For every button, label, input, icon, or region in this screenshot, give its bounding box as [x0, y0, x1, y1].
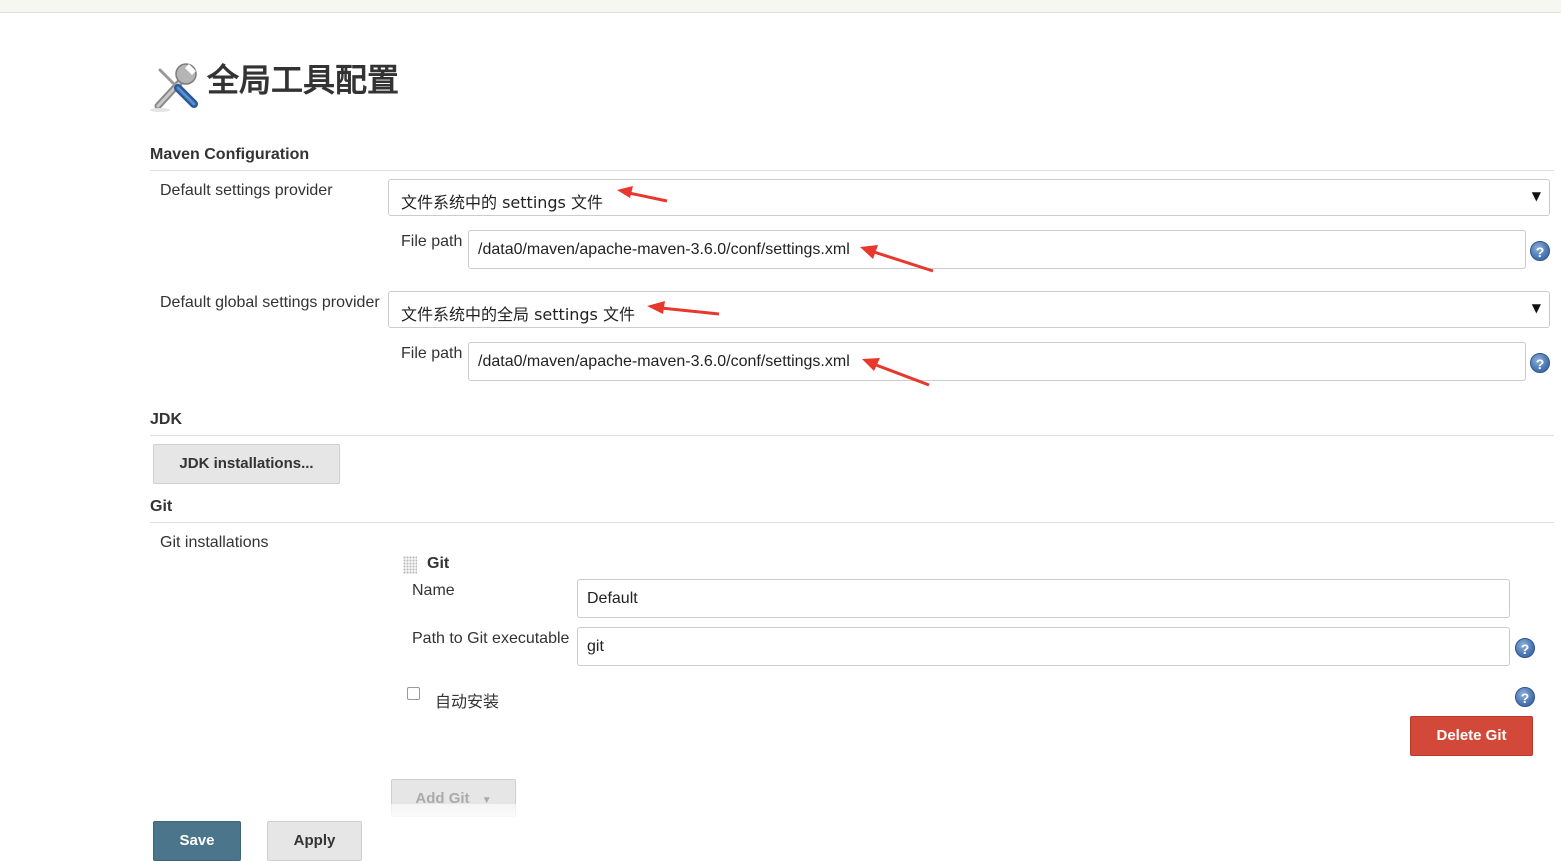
help-icon[interactable]: ?	[1530, 353, 1550, 373]
dropdown-caret-icon: ▼	[1531, 301, 1541, 315]
settings-file-path-value: /data0/maven/apache-maven-3.6.0/conf/set…	[478, 241, 850, 258]
page-title: 全局工具配置	[207, 61, 400, 99]
apply-button[interactable]: Apply	[267, 821, 362, 861]
annotation-arrow-icon	[647, 301, 720, 316]
auto-install-checkbox[interactable]	[407, 687, 420, 700]
save-button[interactable]: Save	[153, 821, 241, 861]
dropdown-caret-icon: ▼	[1531, 189, 1541, 203]
git-installations-label: Git installations	[160, 534, 269, 551]
settings-file-path-label: File path	[401, 233, 463, 250]
help-icon[interactable]: ?	[1530, 241, 1550, 261]
git-name-input[interactable]: Default	[577, 579, 1510, 618]
git-path-value: git	[587, 638, 604, 655]
help-icon[interactable]: ?	[1515, 687, 1535, 707]
settings-provider-select[interactable]: 文件系统中的 settings 文件 ▼	[388, 179, 1550, 216]
top-bar	[0, 0, 1561, 13]
settings-provider-value: 文件系统中的 settings 文件	[401, 193, 603, 212]
tools-icon	[148, 58, 204, 114]
global-settings-provider-label: Default global settings provider	[160, 294, 380, 311]
global-file-path-value: /data0/maven/apache-maven-3.6.0/conf/set…	[478, 353, 850, 370]
divider	[150, 170, 1554, 171]
git-path-label: Path to Git executable	[412, 630, 570, 647]
annotation-arrow-icon	[860, 245, 934, 273]
global-settings-provider-select[interactable]: 文件系统中的全局 settings 文件 ▼	[388, 291, 1550, 328]
global-settings-provider-value: 文件系统中的全局 settings 文件	[401, 305, 635, 324]
git-name-label: Name	[412, 582, 455, 599]
annotation-arrow-icon	[617, 186, 668, 203]
drag-handle-icon[interactable]	[403, 556, 417, 574]
global-file-path-label: File path	[401, 345, 463, 362]
auto-install-label: 自动安装	[435, 694, 500, 711]
git-name-value: Default	[587, 590, 638, 607]
git-path-input[interactable]: git	[577, 627, 1510, 666]
git-entry-title: Git	[427, 555, 450, 572]
jdk-section-header: JDK	[150, 411, 183, 428]
jdk-installations-button[interactable]: JDK installations...	[153, 444, 340, 484]
divider	[150, 435, 1554, 436]
settings-file-path-input[interactable]: /data0/maven/apache-maven-3.6.0/conf/set…	[468, 230, 1526, 269]
git-section-header: Git	[150, 498, 173, 515]
settings-provider-label: Default settings provider	[160, 182, 333, 199]
maven-section-header: Maven Configuration	[150, 146, 310, 163]
help-icon[interactable]: ?	[1515, 638, 1535, 658]
divider	[150, 522, 1554, 523]
annotation-arrow-icon	[862, 358, 930, 387]
footer-fade	[380, 804, 540, 824]
delete-git-button[interactable]: Delete Git	[1410, 716, 1533, 756]
global-file-path-input[interactable]: /data0/maven/apache-maven-3.6.0/conf/set…	[468, 342, 1526, 381]
